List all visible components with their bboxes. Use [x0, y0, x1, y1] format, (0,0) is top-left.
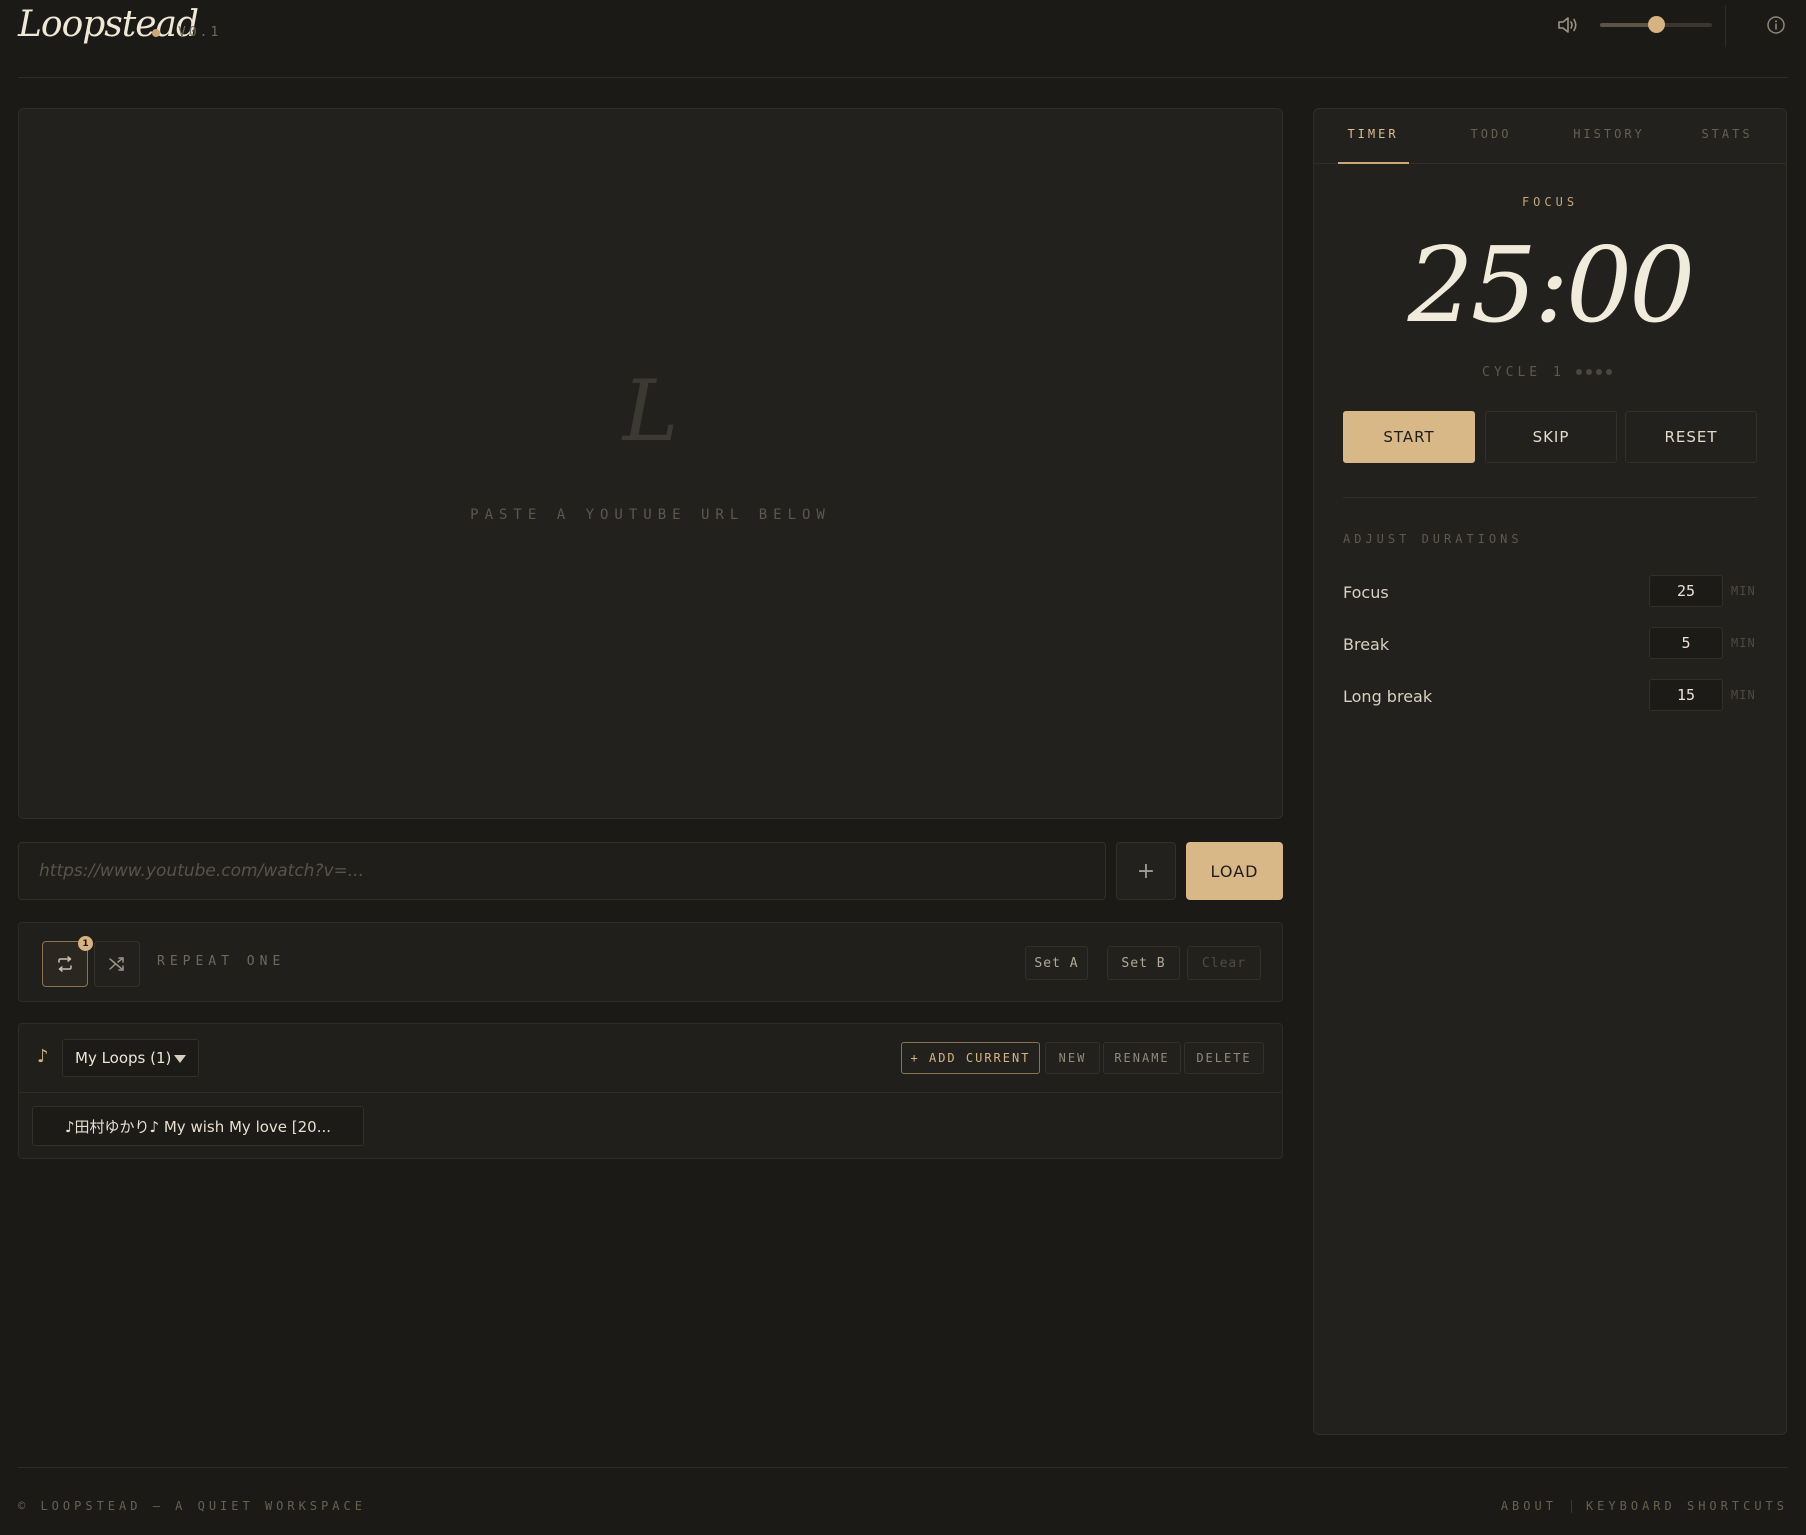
video-player[interactable]: L PASTE A YOUTUBE URL BELOW: [18, 108, 1283, 819]
duration-row-focus: Focus MIN: [1343, 575, 1757, 611]
timer-mode-label: FOCUS: [1521, 195, 1579, 209]
loops-panel: ♪ My Loops (1) + ADD CURRENT NEW RENAME …: [18, 1023, 1283, 1159]
duration-row-long-break: Long break MIN: [1343, 679, 1757, 715]
placeholder-logo-letter: L: [622, 362, 679, 460]
long-break-duration-input[interactable]: [1649, 679, 1723, 711]
repeat-controls: 1 REPEAT ONE Set A Set B Clear: [18, 922, 1283, 1002]
app-header: Loopstead V0.1: [18, 0, 1788, 78]
cycle-dot: [1576, 369, 1582, 375]
volume-thumb[interactable]: [1648, 16, 1665, 33]
repeat-icon: [58, 956, 72, 972]
tab-history[interactable]: HISTORY: [1550, 127, 1668, 141]
footer-links: ABOUT KEYBOARD SHORTCUTS: [1501, 1499, 1788, 1513]
focus-duration-input[interactable]: [1649, 575, 1723, 607]
divider: [1343, 497, 1757, 498]
tab-timer[interactable]: TIMER: [1314, 127, 1432, 141]
cycle-dot: [1596, 369, 1602, 375]
delete-loop-button[interactable]: DELETE: [1184, 1042, 1264, 1074]
adjust-durations-heading: ADJUST DURATIONS: [1343, 532, 1523, 546]
footer-separator: [1570, 1499, 1572, 1513]
youtube-url-input[interactable]: [18, 842, 1106, 900]
add-current-button[interactable]: + ADD CURRENT: [901, 1042, 1040, 1074]
new-loop-button[interactable]: NEW: [1045, 1042, 1100, 1074]
music-note-icon: ♪: [37, 1046, 49, 1067]
shuffle-icon: [109, 957, 124, 971]
cycle-label: CYCLE 1: [1482, 365, 1565, 380]
status-dot: [152, 29, 160, 37]
duration-unit: MIN: [1731, 688, 1756, 702]
duration-row-break: Break MIN: [1343, 627, 1757, 663]
speaker-icon[interactable]: [1556, 14, 1580, 36]
side-tabs: TIMER TODO HISTORY STATS: [1314, 109, 1786, 164]
footer-copyright: © LOOPSTEAD — A QUIET WORKSPACE: [18, 1499, 366, 1513]
cycle-dot: [1606, 369, 1612, 375]
tab-stats[interactable]: STATS: [1668, 127, 1786, 141]
keyboard-shortcuts-link[interactable]: KEYBOARD SHORTCUTS: [1586, 1499, 1788, 1513]
duration-label: Break: [1343, 635, 1390, 654]
info-icon[interactable]: [1766, 15, 1786, 35]
start-button[interactable]: START: [1343, 411, 1475, 463]
set-a-button[interactable]: Set A: [1025, 946, 1088, 980]
add-url-button[interactable]: +: [1116, 842, 1176, 900]
loops-header: ♪ My Loops (1) + ADD CURRENT NEW RENAME …: [19, 1024, 1282, 1093]
active-tab-indicator: [1338, 162, 1409, 164]
rename-loop-button[interactable]: RENAME: [1103, 1042, 1181, 1074]
skip-button[interactable]: SKIP: [1485, 411, 1617, 463]
duration-unit: MIN: [1731, 636, 1756, 650]
load-button[interactable]: LOAD: [1186, 842, 1283, 900]
repeat-mode-label: REPEAT ONE: [157, 954, 286, 969]
set-b-button[interactable]: Set B: [1107, 946, 1180, 980]
break-duration-input[interactable]: [1649, 627, 1723, 659]
player-hint: PASTE A YOUTUBE URL BELOW: [470, 507, 831, 523]
repeat-toggle-button[interactable]: 1: [42, 936, 93, 987]
about-link[interactable]: ABOUT: [1501, 1499, 1557, 1513]
clear-ab-button[interactable]: Clear: [1187, 946, 1261, 980]
loop-item[interactable]: ♪田村ゆかり♪ My wish My love [20...: [32, 1106, 364, 1146]
header-divider: [1725, 5, 1726, 47]
duration-label: Long break: [1343, 687, 1433, 706]
repeat-one-badge: 1: [78, 936, 93, 951]
shuffle-button[interactable]: [94, 941, 140, 987]
volume-slider[interactable]: [1600, 16, 1712, 33]
loops-dropdown-value: My Loops (1): [75, 1049, 172, 1067]
cycle-progress-dots: [1576, 369, 1612, 375]
duration-unit: MIN: [1731, 584, 1756, 598]
duration-label: Focus: [1343, 583, 1389, 602]
footer-divider: [18, 1467, 1788, 1468]
version-label: V0.1: [178, 25, 222, 40]
cycle-dot: [1586, 369, 1592, 375]
loops-dropdown[interactable]: My Loops (1): [62, 1039, 199, 1077]
reset-button[interactable]: RESET: [1625, 411, 1757, 463]
tab-todo[interactable]: TODO: [1432, 127, 1550, 141]
timer-display: 25:00: [1407, 224, 1696, 346]
side-panel: TIMER TODO HISTORY STATS FOCUS 25:00 CYC…: [1313, 108, 1787, 1435]
app-logo[interactable]: Loopstead: [18, 4, 199, 45]
caret-down-icon: [174, 1055, 186, 1063]
